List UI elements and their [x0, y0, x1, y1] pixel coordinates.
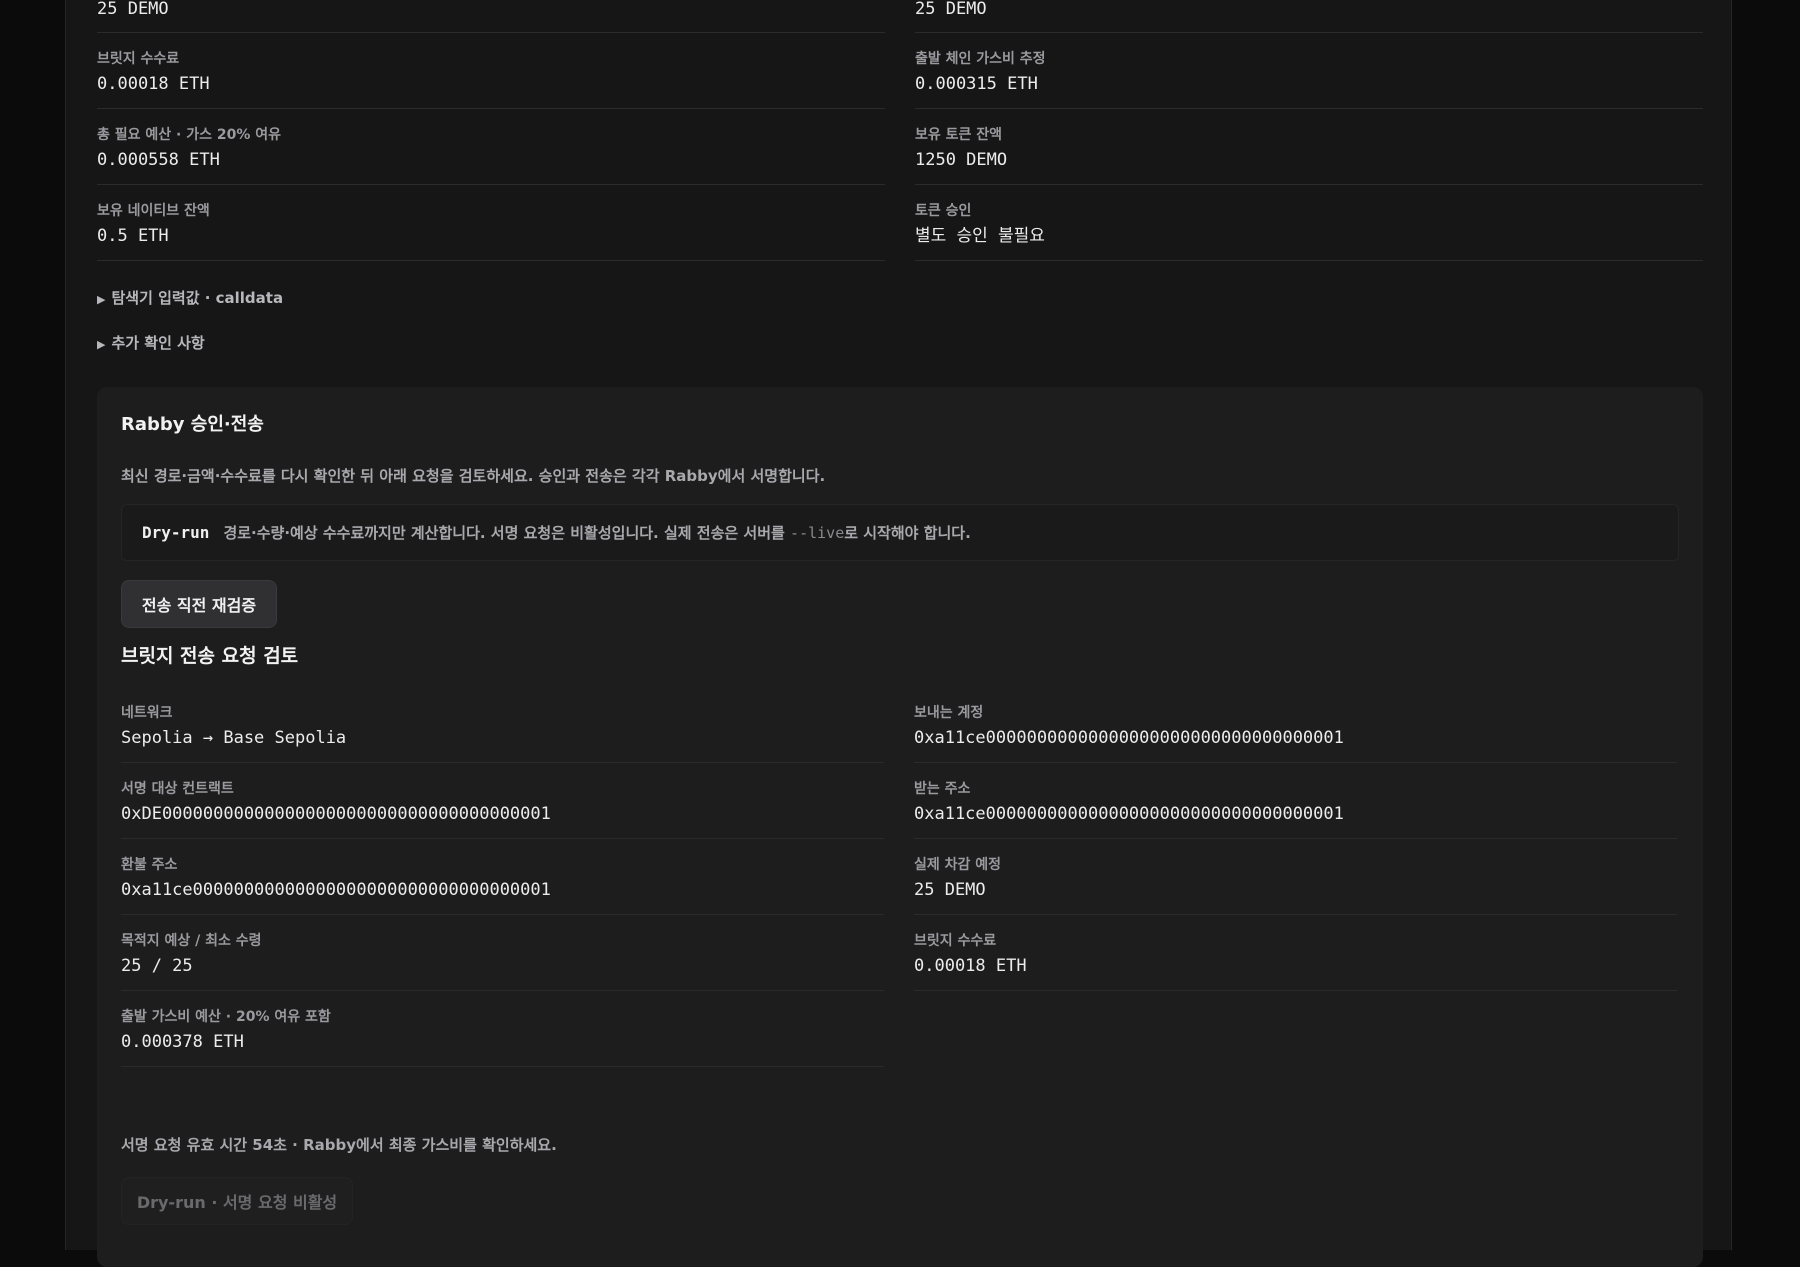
card-description: 최신 경로·금액·수수료를 다시 확인한 뒤 아래 요청을 검토하세요. 승인과… [121, 467, 826, 485]
field-value: 0xa11ce000000000000000000000000000000000… [121, 880, 551, 900]
review-field: 실제 차감 예정 25 DEMO [914, 839, 1677, 915]
disclosure-label: 추가 확인 사항 [111, 334, 205, 352]
field-label: 브릿지 수수료 [97, 51, 180, 67]
review-field: 환불 주소 0xa11ce000000000000000000000000000… [121, 839, 884, 915]
field-label: 출발 가스비 예산 · 20% 여유 포함 [121, 1009, 331, 1025]
field-label: 토큰 승인 [915, 203, 972, 219]
triangle-right-icon: ▶ [97, 293, 106, 306]
field-value: 0xa11ce000000000000000000000000000000000… [914, 804, 1344, 824]
summary-field: 출발 체인 가스비 추정 0.000315 ETH [915, 33, 1703, 109]
field-value: 1250 DEMO [915, 150, 1008, 170]
extra-checks-disclosure[interactable]: ▶ 추가 확인 사항 [97, 332, 205, 353]
calldata-disclosure[interactable]: ▶ 탐색기 입력값 · calldata [97, 287, 283, 308]
field-label: 보내는 계정 [914, 705, 984, 721]
sign-request-button[interactable]: Dry-run · 서명 요청 비활성 [121, 1177, 353, 1225]
field-value: 25 DEMO [914, 880, 986, 900]
field-value: 별도 승인 불필요 [915, 226, 1045, 246]
field-value: 0.00018 ETH [914, 956, 1027, 976]
summary-field: 25 DEMO [915, 0, 1703, 33]
summary-field: 보유 토큰 잔액 1250 DEMO [915, 109, 1703, 185]
main-panel: 25 DEMO 25 DEMO 브릿지 수수료 0.00018 ETH 출발 체… [65, 0, 1732, 1267]
notice-text: 경로·수량·예상 수수료까지만 계산합니다. 서명 요청은 비활성입니다. 실제… [223, 524, 791, 542]
notice-text-end: 로 시작해야 합니다. [844, 524, 971, 542]
summary-field: 보유 네이티브 잔액 0.5 ETH [97, 185, 885, 261]
field-label: 출발 체인 가스비 추정 [915, 51, 1046, 67]
review-grid: 네트워크 Sepolia → Base Sepolia 보내는 계정 0xa11… [121, 687, 1677, 1067]
field-label: 실제 차감 예정 [914, 857, 1002, 873]
field-label: 받는 주소 [914, 781, 971, 797]
review-field: 서명 대상 컨트랙트 0xDE0000000000000000000000000… [121, 763, 884, 839]
dry-run-tag: Dry-run [142, 523, 210, 542]
field-value: 0.000315 ETH [915, 74, 1038, 94]
live-flag: --live [790, 524, 845, 542]
review-field: 목적지 예상 / 최소 수령 25 / 25 [121, 915, 884, 991]
field-label: 브릿지 수수료 [914, 933, 997, 949]
signature-expiry-note: 서명 요청 유효 시간 54초 · Rabby에서 최종 가스비를 확인하세요. [121, 1136, 557, 1154]
field-value: 25 / 25 [121, 956, 193, 976]
field-label: 네트워크 [121, 705, 173, 721]
review-field: 출발 가스비 예산 · 20% 여유 포함 0.000378 ETH [121, 991, 884, 1067]
review-field: 받는 주소 0xa11ce000000000000000000000000000… [914, 763, 1677, 839]
summary-field: 25 DEMO [97, 0, 885, 33]
rabby-card: Rabby 승인·전송 최신 경로·금액·수수료를 다시 확인한 뒤 아래 요청… [97, 387, 1703, 1267]
field-value: 25 DEMO [97, 0, 169, 19]
review-title: 브릿지 전송 요청 검토 [121, 645, 299, 667]
review-field: 브릿지 수수료 0.00018 ETH [914, 915, 1677, 991]
field-label: 총 필요 예산 · 가스 20% 여유 [97, 127, 281, 143]
field-value: 0xDE000000000000000000000000000000000000… [121, 804, 551, 824]
recheck-button[interactable]: 전송 직전 재검증 [121, 580, 277, 628]
card-title: Rabby 승인·전송 [121, 414, 264, 435]
field-label: 보유 토큰 잔액 [915, 127, 1003, 143]
field-label: 서명 대상 컨트랙트 [121, 781, 234, 797]
dry-run-notice: Dry-run 경로·수량·예상 수수료까지만 계산합니다. 서명 요청은 비활… [121, 504, 1679, 561]
summary-grid: 25 DEMO 25 DEMO 브릿지 수수료 0.00018 ETH 출발 체… [97, 0, 1703, 261]
review-field: 네트워크 Sepolia → Base Sepolia [121, 687, 884, 763]
triangle-right-icon: ▶ [97, 338, 106, 351]
field-value: 0.000558 ETH [97, 150, 220, 170]
review-field: 보내는 계정 0xa11ce00000000000000000000000000… [914, 687, 1677, 763]
field-label: 목적지 예상 / 최소 수령 [121, 933, 262, 949]
summary-field: 총 필요 예산 · 가스 20% 여유 0.000558 ETH [97, 109, 885, 185]
field-value: Sepolia → Base Sepolia [121, 728, 347, 748]
field-value: 0.5 ETH [97, 226, 169, 246]
field-value: 0.000378 ETH [121, 1032, 244, 1052]
notice-message: 경로·수량·예상 수수료까지만 계산합니다. 서명 요청은 비활성입니다. 실제… [223, 522, 970, 543]
summary-field: 브릿지 수수료 0.00018 ETH [97, 33, 885, 109]
disclosure-label: 탐색기 입력값 · calldata [111, 289, 284, 307]
field-value: 0xa11ce000000000000000000000000000000000… [914, 728, 1344, 748]
summary-field: 토큰 승인 별도 승인 불필요 [915, 185, 1703, 261]
field-value: 25 DEMO [915, 0, 987, 19]
field-value: 0.00018 ETH [97, 74, 210, 94]
field-label: 보유 네이티브 잔액 [97, 203, 210, 219]
field-label: 환불 주소 [121, 857, 178, 873]
